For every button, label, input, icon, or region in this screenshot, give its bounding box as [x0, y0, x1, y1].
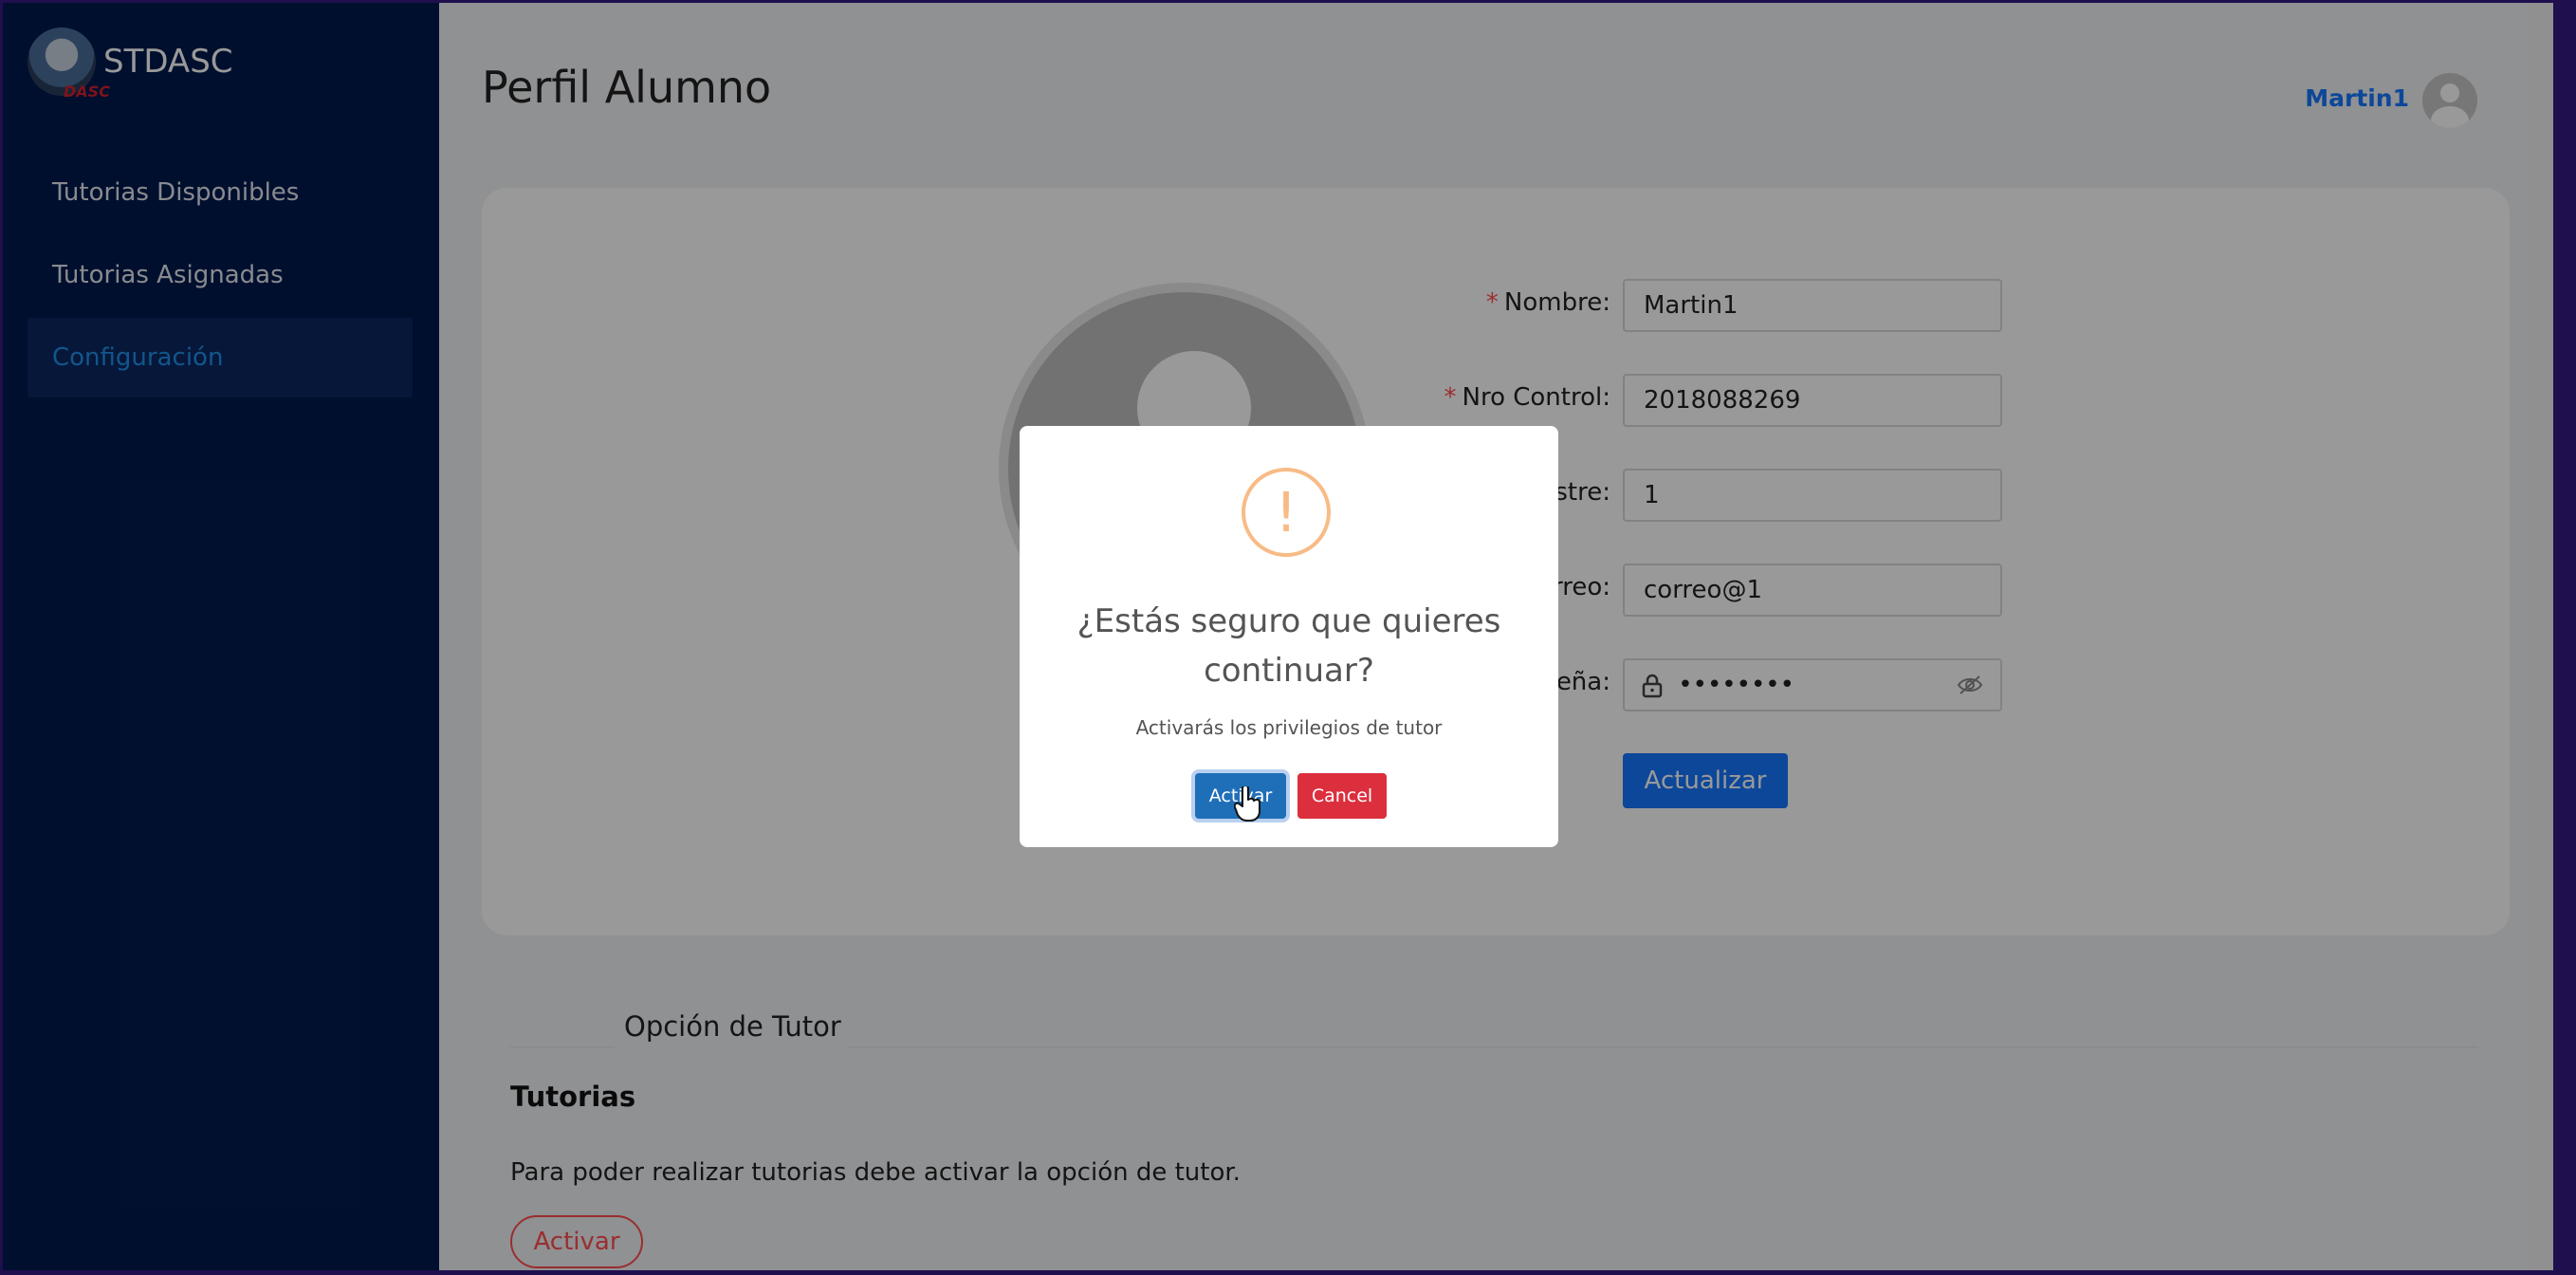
dialog-title-line: ¿Estás seguro que quieres [1076, 602, 1501, 640]
dialog-title-line: continuar? [1204, 652, 1374, 690]
app-window: DASC STDASC Tutorias Disponibles Tutoria… [3, 3, 2553, 1270]
cancel-button[interactable]: Cancel [1297, 773, 1387, 819]
dialog-title: ¿Estás seguro que quieres continuar? [1020, 597, 1558, 695]
warning-icon: ! [1242, 468, 1331, 557]
dialog-message: Activarás los privilegios de tutor [1135, 716, 1443, 739]
hand-cursor-icon [1234, 786, 1260, 822]
confirm-dialog: ! ¿Estás seguro que quieres continuar? A… [1020, 426, 1558, 847]
